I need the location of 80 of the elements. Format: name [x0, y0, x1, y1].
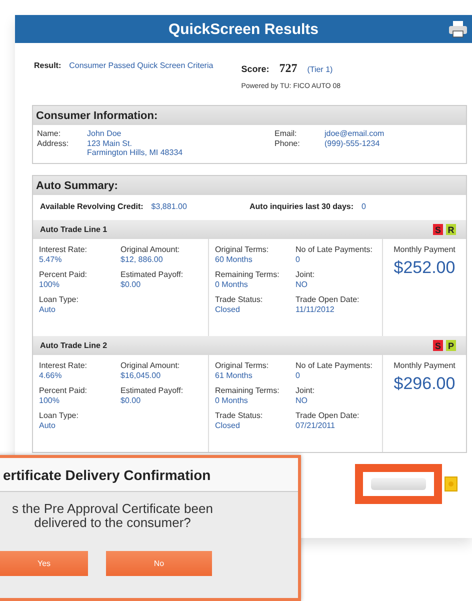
score-value: 727 [279, 61, 298, 76]
field-label: Loan Type: [39, 295, 80, 304]
field-label: Phone: [274, 139, 301, 148]
status-badge: S [433, 224, 443, 235]
field-label: Interest Rate: [39, 361, 88, 370]
payment-label: Monthly Payment [394, 361, 456, 370]
trade-line-title: Auto Trade Line 1 [40, 225, 108, 234]
field-value: 123 Main St. [87, 139, 133, 148]
field-label: Remaining Terms: [215, 386, 280, 395]
dialog-title: ertificate Delivery Confirmation [0, 458, 298, 492]
field-value: NO [296, 396, 308, 405]
field-label: Estimated Payoff: [120, 386, 184, 395]
field-value: Farmington Hills, MI 48334 [87, 148, 183, 157]
printer-icon[interactable] [448, 20, 468, 38]
credit-label: Available Revolving Credit: [40, 202, 144, 213]
field-label: Original Terms: [215, 361, 270, 370]
field-value: NO [296, 280, 308, 289]
field-label: Trade Status: [215, 295, 264, 304]
field-value: 0 [296, 371, 301, 380]
field-value: 100% [39, 280, 60, 289]
field-label: Trade Status: [215, 411, 264, 420]
field-label: Original Amount: [120, 361, 181, 370]
payment-label: Monthly Payment [394, 245, 456, 254]
field-label: Loan Type: [39, 411, 80, 420]
field-value: 0 Months [215, 280, 249, 289]
section-title: Auto Summary: [36, 180, 118, 192]
tier-label: (Tier 1) [307, 65, 333, 74]
field-value: 0 [296, 255, 301, 264]
score-label: Score: [241, 64, 270, 74]
field-label: Percent Paid: [39, 386, 88, 395]
section-title: Consumer Information: [36, 110, 158, 122]
status-badge: S [433, 340, 443, 351]
field-label: Joint: [296, 386, 316, 395]
field-value: 07/21/2011 [296, 421, 336, 430]
field-label: Estimated Payoff: [120, 270, 184, 279]
field-value: (999)-555-1234 [324, 139, 380, 148]
field-label: No of Late Payments: [296, 361, 374, 370]
field-label: Trade Open Date: [296, 295, 360, 304]
field-value: 100% [39, 396, 60, 405]
payment-amount: $296.00 [394, 374, 456, 394]
field-value: John Doe [87, 129, 122, 138]
field-label: Name: [37, 129, 62, 138]
field-label: Original Terms: [215, 245, 270, 254]
status-badge: R [446, 224, 456, 235]
field-label: Joint: [296, 270, 316, 279]
field-value: Auto [39, 421, 56, 430]
field-value: $0.00 [120, 396, 142, 405]
field-value: 60 Months [215, 255, 254, 264]
page-title: QuickScreen Results [168, 20, 319, 38]
field-value: 61 Months [215, 371, 254, 380]
field-value: Closed [215, 421, 241, 430]
status-badge: P [446, 340, 456, 351]
field-label: Trade Open Date: [296, 411, 360, 420]
field-value: 0 Months [215, 396, 249, 405]
result-value: Consumer Passed Quick Screen Criteria [69, 61, 214, 72]
field-label: Email: [274, 129, 298, 138]
inquiries-value: 0 [362, 202, 366, 213]
field-label: Address: [37, 139, 70, 150]
trade-line-title: Auto Trade Line 2 [40, 341, 108, 350]
dialog-button[interactable]: No [106, 550, 212, 576]
field-value: 11/11/2012 [296, 305, 336, 314]
field-value: Closed [215, 305, 241, 314]
field-value: $0.00 [120, 280, 142, 289]
field-value: jdoe@email.com [324, 129, 384, 138]
field-label: Interest Rate: [39, 245, 88, 254]
field-label: Percent Paid: [39, 270, 88, 279]
field-value: Auto [39, 305, 56, 314]
field-value: 5.47% [39, 255, 63, 264]
field-value: $12, 886.00 [120, 255, 164, 264]
field-value: $16,045.00 [120, 371, 162, 380]
result-label: Result: [34, 61, 62, 72]
field-value: 4.66% [39, 371, 63, 380]
dialog-button[interactable]: Yes [0, 550, 88, 576]
field-label: Original Amount: [120, 245, 181, 254]
payment-amount: $252.00 [394, 258, 456, 278]
credit-value: $3,881.00 [151, 202, 187, 213]
field-label: No of Late Payments: [296, 245, 374, 254]
inquiries-label: Auto inquiries last 30 days: [250, 202, 354, 213]
dialog-message: s the Pre Approval Certificate been delivered to the consumer? [11, 502, 214, 531]
field-label: Remaining Terms: [215, 270, 280, 279]
